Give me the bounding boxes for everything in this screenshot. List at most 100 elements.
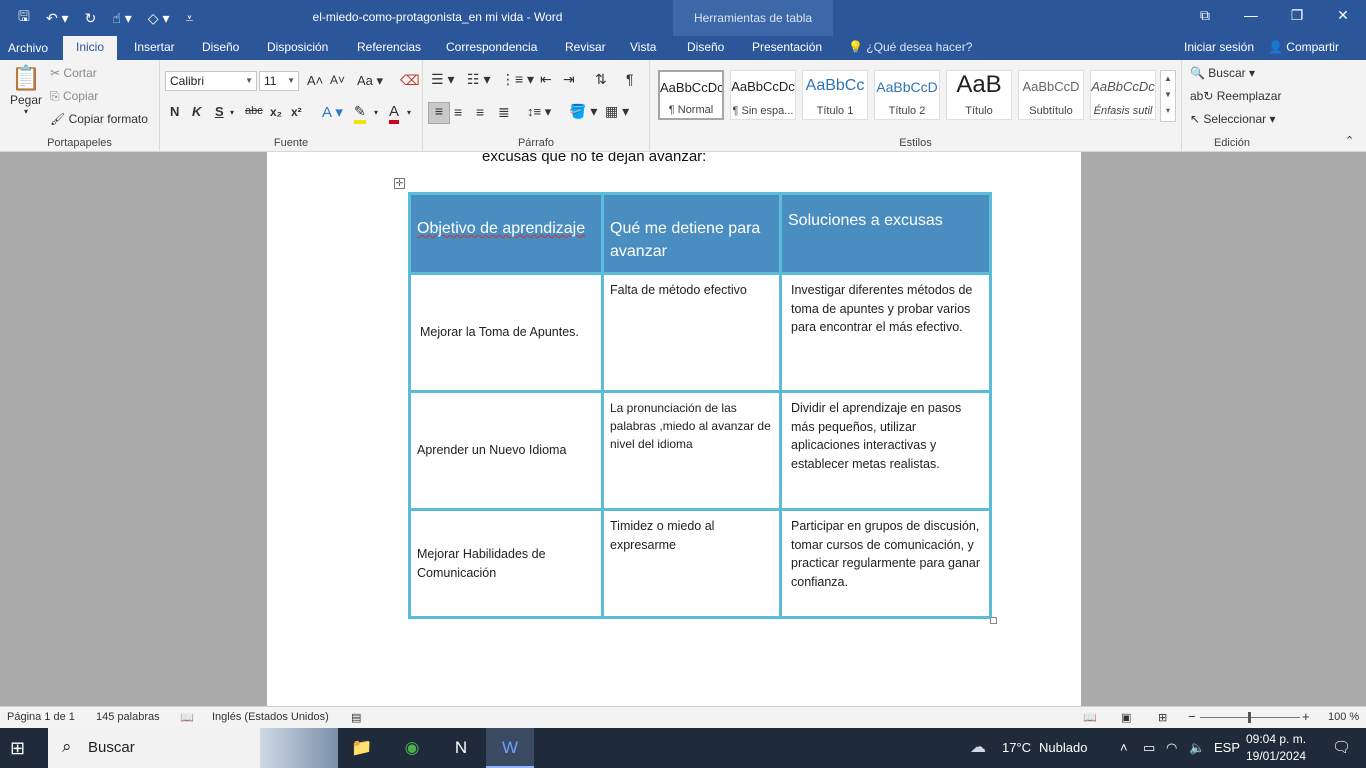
tab-referencias[interactable]: Referencias [357,40,421,54]
justify-button[interactable]: ≣ [498,104,510,121]
decrease-indent-button[interactable]: ⇤ [540,71,552,88]
select-button[interactable]: ↖ Seleccionar ▾ [1190,112,1275,126]
goals-table[interactable]: Objetivo de aprendizaje Qué me detiene p… [408,192,992,619]
more-styles-icon[interactable]: ▾ [1161,103,1175,119]
language-indicator[interactable]: Inglés (Estados Unidos) [212,711,329,723]
read-mode-icon[interactable]: 📖 [1083,711,1097,724]
underline-dropdown[interactable]: ▾ [230,108,234,117]
tab-correspondencia[interactable]: Correspondencia [446,40,537,54]
font-name-box[interactable]: Calibri ▼ [165,71,257,91]
text-effects-button[interactable]: A ▾ [322,103,343,121]
superscript-button[interactable]: x² [291,105,302,119]
tab-presentacion[interactable]: Presentación [752,40,822,54]
increase-indent-button[interactable]: ⇥ [563,71,575,88]
tab-archivo[interactable]: Archivo [8,41,48,55]
collapse-ribbon-icon[interactable]: ⌃ [1345,134,1354,147]
print-layout-icon[interactable]: ▣ [1121,711,1131,724]
table-cell[interactable]: Timidez o miedo al expresarme [601,508,782,619]
restore-icon[interactable]: ❐ [1274,0,1320,30]
tab-disposicion[interactable]: Disposición [267,40,328,54]
tab-diseno[interactable]: Diseño [202,40,239,54]
table-resize-handle[interactable] [990,617,997,624]
numbering-button[interactable]: ☷ ▾ [467,71,490,88]
multilevel-list-button[interactable]: ⋮≡ ▾ [501,71,534,88]
proofing-icon[interactable]: 📖 [180,711,194,724]
file-explorer-icon[interactable]: 📁 [338,728,386,768]
highlight-dropdown[interactable]: ▾ [374,108,378,117]
table-cell[interactable]: Aprender un Nuevo Idioma [408,390,604,511]
style-normal[interactable]: AaBbCcDc ¶ Normal [658,70,724,120]
sort-button[interactable]: ⇅ [595,71,607,88]
align-right-button[interactable]: ≡ [476,104,484,120]
cut-button[interactable]: ✂ Cortar [50,66,97,80]
table-cell[interactable]: La pronunciación de las palabras ,miedo … [601,390,782,511]
line-spacing-button[interactable]: ↕≡ ▾ [527,104,551,120]
notifications-icon[interactable]: 🗨 [1332,738,1351,756]
taskbar-search[interactable]: ⌕ Buscar [48,728,338,768]
ribbon-display-icon[interactable]: ⧉ [1182,0,1228,30]
page-indicator[interactable]: Página 1 de 1 [7,711,75,723]
style-subtitle[interactable]: AaBbCcD Subtítulo [1018,70,1084,120]
zoom-level[interactable]: 100 % [1328,711,1359,723]
header-cell-objetivo[interactable]: Objetivo de aprendizaje [408,192,604,275]
windows-start-icon[interactable]: ⊞ [10,738,25,759]
battery-icon[interactable]: ▭ [1143,740,1155,756]
zoom-in-icon[interactable]: + [1302,709,1310,724]
share-button[interactable]: 👤 Compartir [1268,40,1339,54]
system-clock[interactable]: 09:04 p. m. 19/01/2024 [1246,731,1306,765]
italic-button[interactable]: K [192,104,201,119]
wifi-icon[interactable]: ◠ [1166,740,1177,756]
scroll-down-icon[interactable]: ▼ [1161,87,1175,103]
strikethrough-button[interactable]: abc [245,105,263,117]
chrome-icon[interactable]: ◉ [388,728,436,768]
shrink-font-button[interactable]: A˅ [330,73,345,87]
subscript-button[interactable]: x₂ [270,105,282,119]
style-title[interactable]: AaB Título [946,70,1012,120]
borders-button[interactable]: ▦ ▾ [605,103,629,120]
table-move-handle-icon[interactable]: ✛ [394,178,405,189]
word-count[interactable]: 145 palabras [96,711,160,723]
align-center-button[interactable]: ≡ [454,104,462,120]
paste-button[interactable]: 📋 Pegar ▾ [9,64,43,116]
web-layout-icon[interactable]: ⊞ [1158,711,1167,724]
minimize-icon[interactable]: — [1228,0,1274,30]
table-cell[interactable]: Mejorar Habilidades de Comunicación [408,508,604,619]
tab-insertar[interactable]: Insertar [134,40,175,54]
zoom-slider-thumb[interactable] [1248,712,1251,723]
style-heading-1[interactable]: AaBbCc Título 1 [802,70,868,120]
table-cell[interactable]: Investigar diferentes métodos de toma de… [779,272,992,393]
underline-button[interactable]: S [215,104,224,119]
bullets-button[interactable]: ☰ ▾ [431,71,454,88]
align-left-button[interactable]: ≡ [428,102,450,124]
tell-me-search[interactable]: 💡 ¿Qué desea hacer? [848,40,972,54]
weather-temp[interactable]: 17°C [1002,740,1031,755]
find-button[interactable]: 🔍 Buscar ▾ [1190,66,1255,80]
font-size-box[interactable]: 11 ▼ [259,71,299,91]
change-case-button[interactable]: Aa ▾ [357,73,383,89]
grow-font-button[interactable]: A˄ [307,73,323,88]
notion-icon[interactable]: N [437,728,485,768]
font-color-dropdown[interactable]: ▾ [407,108,411,117]
table-cell[interactable]: Dividir el aprendizaje en pasos más pequ… [779,390,992,511]
style-subtle-emphasis[interactable]: AaBbCcDc Énfasis sutil [1090,70,1156,120]
macro-icon[interactable]: ▤ [351,711,361,724]
table-cell[interactable]: Participar en grupos de discusión, tomar… [779,508,992,619]
styles-scroll[interactable]: ▲ ▼ ▾ [1160,70,1176,122]
chevron-up-icon[interactable]: ˄ [1120,740,1128,755]
style-no-spacing[interactable]: AaBbCcDc ¶ Sin espa... [730,70,796,120]
format-painter-button[interactable]: 🖌 Copiar formato [50,112,148,126]
header-cell-detiene[interactable]: Qué me detiene para avanzar [601,192,782,275]
shading-button[interactable]: 🪣 ▾ [569,103,597,120]
input-language[interactable]: ESP [1214,740,1240,755]
table-cell[interactable]: Falta de método efectivo [601,272,782,393]
replace-button[interactable]: ab↻ Reemplazar [1190,89,1281,103]
sign-in-link[interactable]: Iniciar sesión [1184,40,1254,54]
font-color-button[interactable]: A [389,103,400,124]
copy-button[interactable]: ⎘ Copiar [50,89,98,104]
word-icon[interactable]: W [486,728,534,768]
cloud-icon[interactable]: ☁ [970,737,986,757]
clear-format-button[interactable]: ⌫ [400,72,420,89]
tab-revisar[interactable]: Revisar [565,40,606,54]
bold-button[interactable]: N [170,104,179,119]
tab-vista[interactable]: Vista [630,40,656,54]
